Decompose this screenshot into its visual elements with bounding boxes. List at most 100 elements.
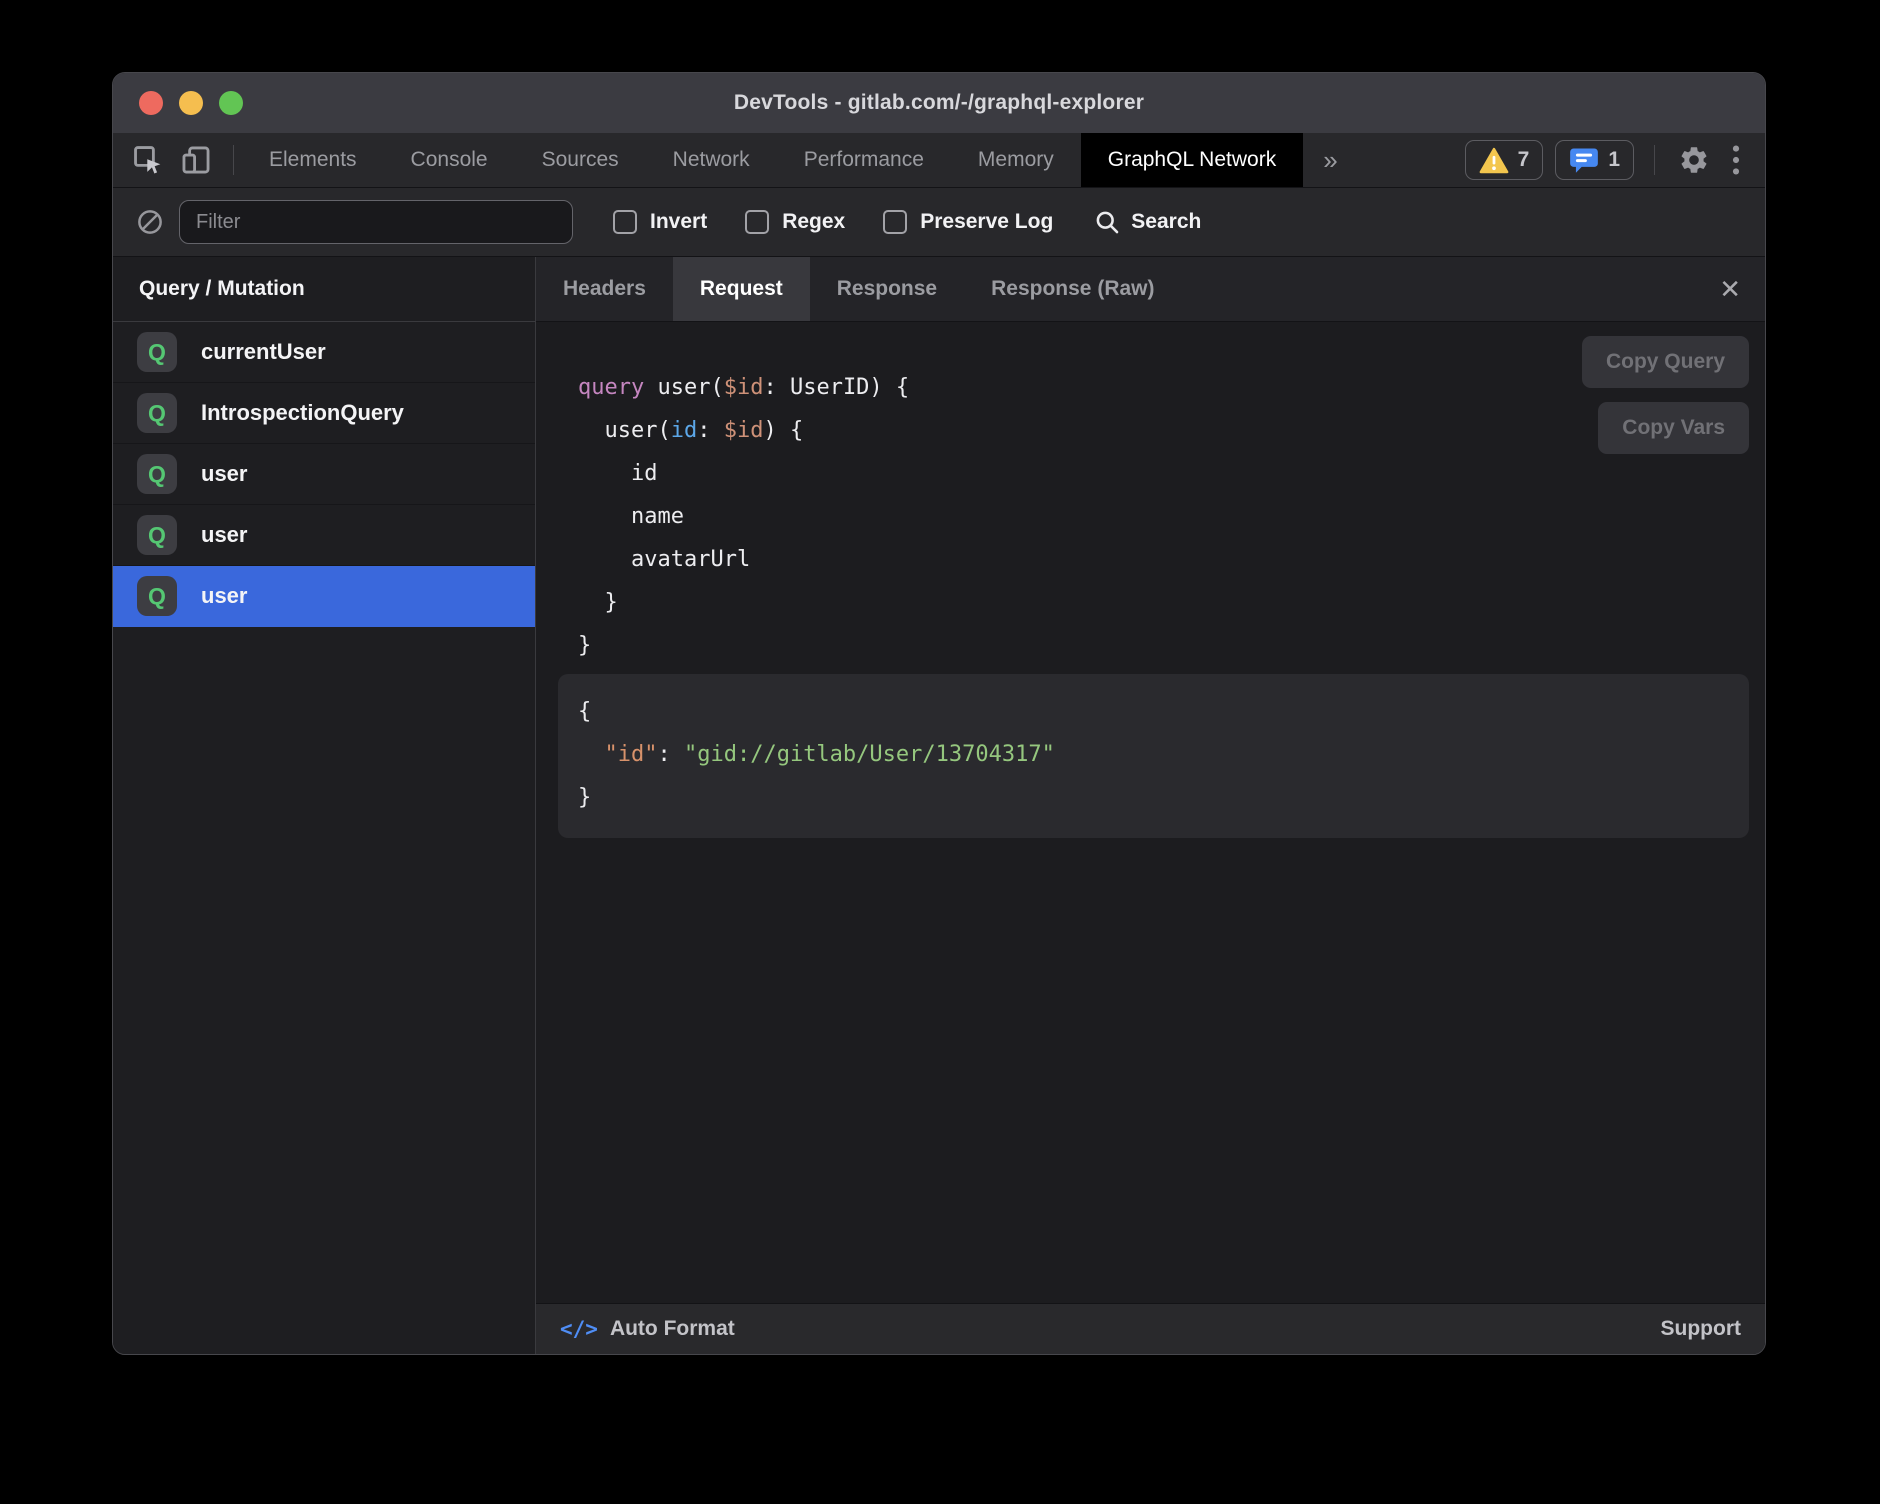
issues-count: 1 xyxy=(1608,148,1620,172)
code-token: : xyxy=(697,418,724,443)
panel-tab-bar: HeadersRequestResponseResponse (Raw) ✕ xyxy=(536,257,1765,322)
inspect-element-icon[interactable] xyxy=(129,141,167,179)
close-window-button[interactable] xyxy=(139,91,163,115)
code-line: } xyxy=(578,776,1749,819)
code-token: : xyxy=(657,742,684,767)
checkbox-box-invert[interactable] xyxy=(613,210,637,234)
code-token: $id xyxy=(724,375,764,400)
query-variables-box: { "id": "gid://gitlab/User/13704317"} xyxy=(558,674,1749,838)
issues-badge[interactable]: 1 xyxy=(1555,140,1634,180)
list-item-label: user xyxy=(201,522,247,548)
warning-triangle-icon xyxy=(1479,147,1509,174)
support-link[interactable]: Support xyxy=(1661,1317,1741,1341)
code-line: avatarUrl xyxy=(578,538,1765,581)
copy-buttons: Copy Query Copy Vars xyxy=(1582,336,1749,454)
code-token: user( xyxy=(644,375,723,400)
copy-query-button[interactable]: Copy Query xyxy=(1582,336,1749,388)
checkbox-regex[interactable]: Regex xyxy=(745,210,845,234)
panel-tab-response[interactable]: Response xyxy=(810,257,964,321)
tab-sources[interactable]: Sources xyxy=(515,133,646,187)
panel-footer: </> Auto Format Support xyxy=(536,1303,1765,1354)
search-icon xyxy=(1093,208,1121,236)
window-title: DevTools - gitlab.com/-/graphql-explorer xyxy=(113,91,1765,115)
settings-gear-icon[interactable] xyxy=(1675,141,1713,179)
list-item-label: user xyxy=(201,583,247,609)
search-toggle[interactable]: Search xyxy=(1093,208,1201,236)
message-bubble-icon xyxy=(1569,146,1599,174)
list-item-introspectionquery[interactable]: Q IntrospectionQuery xyxy=(113,383,535,444)
toolbar-right: 7 1 xyxy=(1465,133,1747,187)
copy-vars-button[interactable]: Copy Vars xyxy=(1598,402,1749,454)
panel-tab-headers[interactable]: Headers xyxy=(536,257,673,321)
list-item-user[interactable]: Quser xyxy=(113,444,535,505)
code-token: query xyxy=(578,375,644,400)
code-line: "id": "gid://gitlab/User/13704317" xyxy=(578,733,1749,776)
toolbar-spacer xyxy=(1358,133,1465,187)
filter-bar: Invert Regex Preserve Log Search xyxy=(113,188,1765,257)
code-token: ) { xyxy=(763,418,803,443)
code-token: avatarUrl xyxy=(578,547,750,572)
panel-tab-request[interactable]: Request xyxy=(673,257,810,321)
window-controls xyxy=(139,73,243,133)
code-line: } xyxy=(578,581,1765,624)
code-token: { xyxy=(578,699,591,724)
tab-performance[interactable]: Performance xyxy=(777,133,951,187)
device-toolbar-icon[interactable] xyxy=(177,141,215,179)
list-item-user[interactable]: Quser xyxy=(113,505,535,566)
tab-console[interactable]: Console xyxy=(384,133,515,187)
devtools-window: DevTools - gitlab.com/-/graphql-explorer… xyxy=(112,72,1766,1355)
code-token: "id" xyxy=(605,742,658,767)
auto-format-label: Auto Format xyxy=(610,1317,735,1341)
detail-panel: HeadersRequestResponseResponse (Raw) ✕ q… xyxy=(536,257,1765,1354)
list-item-label: IntrospectionQuery xyxy=(201,400,404,426)
code-token: } xyxy=(578,785,591,810)
list-item-user[interactable]: Quser xyxy=(113,566,535,627)
list-item-currentuser[interactable]: QcurrentUser xyxy=(113,322,535,383)
tab-network[interactable]: Network xyxy=(646,133,777,187)
tab-memory[interactable]: Memory xyxy=(951,133,1081,187)
code-line: id xyxy=(578,452,1765,495)
panel-tabs: HeadersRequestResponseResponse (Raw) xyxy=(536,257,1182,321)
code-token: id xyxy=(578,461,657,486)
query-type-badge: Q xyxy=(137,393,177,433)
panel-tab-response-raw[interactable]: Response (Raw) xyxy=(964,257,1181,321)
query-type-badge: Q xyxy=(137,515,177,555)
close-panel-icon[interactable]: ✕ xyxy=(1695,257,1765,321)
title-bar: DevTools - gitlab.com/-/graphql-explorer xyxy=(113,73,1765,133)
main-area: Query / Mutation QcurrentUserQIntrospect… xyxy=(113,257,1765,1354)
checkbox-label: Preserve Log xyxy=(920,210,1053,234)
block-requests-icon[interactable] xyxy=(135,207,165,237)
code-line: name xyxy=(578,495,1765,538)
query-variables-code: { "id": "gid://gitlab/User/13704317"} xyxy=(578,690,1749,819)
sidebar-header: Query / Mutation xyxy=(113,257,535,322)
query-type-badge: Q xyxy=(137,332,177,372)
checkbox-box-preserve-log[interactable] xyxy=(883,210,907,234)
devtools-tabs: ElementsConsoleSourcesNetworkPerformance… xyxy=(242,133,1303,187)
list-item-label: user xyxy=(201,461,247,487)
zoom-window-button[interactable] xyxy=(219,91,243,115)
code-token: name xyxy=(578,504,684,529)
search-label: Search xyxy=(1131,210,1201,234)
auto-format-toggle[interactable]: </> Auto Format xyxy=(560,1317,735,1341)
toolbar-icons xyxy=(113,133,242,187)
request-content: query user($id: UserID) { user(id: $id) … xyxy=(536,322,1765,1303)
more-options-dots-icon[interactable] xyxy=(1725,141,1747,179)
tab-graphql-network[interactable]: GraphQL Network xyxy=(1081,133,1303,187)
list-item-label: currentUser xyxy=(201,339,326,365)
more-tabs-button[interactable]: » xyxy=(1303,133,1357,187)
code-line: { xyxy=(578,690,1749,733)
minimize-window-button[interactable] xyxy=(179,91,203,115)
query-sidebar: Query / Mutation QcurrentUserQIntrospect… xyxy=(113,257,536,1354)
warnings-badge[interactable]: 7 xyxy=(1465,140,1544,180)
checkbox-label: Invert xyxy=(650,210,707,234)
filter-input[interactable] xyxy=(179,200,573,244)
code-token: } xyxy=(578,633,591,658)
checkbox-preserve-log[interactable]: Preserve Log xyxy=(883,210,1053,234)
toolbar-right-divider xyxy=(1654,145,1655,175)
query-list: QcurrentUserQIntrospectionQueryQuserQuse… xyxy=(113,322,535,627)
code-token: } xyxy=(578,590,618,615)
checkbox-invert[interactable]: Invert xyxy=(613,210,707,234)
checkbox-box-regex[interactable] xyxy=(745,210,769,234)
query-type-badge: Q xyxy=(137,576,177,616)
tab-elements[interactable]: Elements xyxy=(242,133,384,187)
